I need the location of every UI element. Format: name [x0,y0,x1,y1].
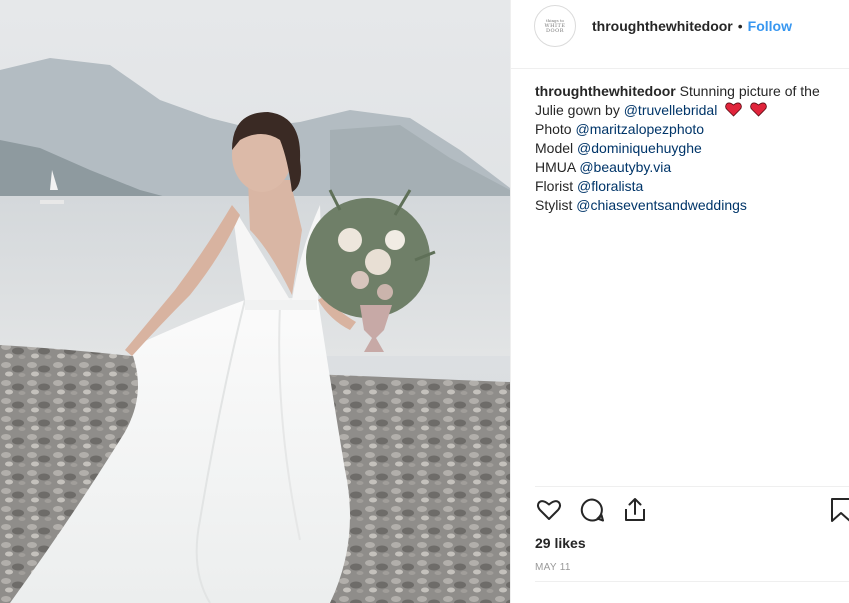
footer-divider [535,581,849,582]
credit-line: Stylist @chiaseventsandweddings [535,196,849,215]
credit-line: Model @dominiquehuyghe [535,139,849,158]
mention-link[interactable]: @dominiquehuyghe [577,140,702,156]
credit-label: Model [535,140,578,156]
post-caption: throughthewhitedoor Stunning picture of … [535,82,849,215]
post-photo-image [0,0,510,603]
mention-link[interactable]: @maritzalopezphoto [575,121,704,137]
likes-count[interactable]: 29 likes [535,535,586,551]
credit-label: Florist [535,178,577,194]
share-icon[interactable] [621,496,649,524]
actions-divider [535,486,849,487]
comment-icon[interactable] [578,496,606,524]
heart-emoji-icon [750,102,767,117]
panel-divider [510,0,511,603]
caption-username[interactable]: throughthewhitedoor [535,83,676,99]
mention-link[interactable]: @truvellebridal [624,102,718,118]
avatar[interactable]: things to WHITE DOOR [534,5,576,47]
credit-line: HMUA @beautyby.via [535,158,849,177]
post-date: MAY 11 [535,562,571,573]
credit-line: Florist @floralista [535,177,849,196]
post-header: things to WHITE DOOR throughthewhitedoor… [534,3,792,49]
mention-link[interactable]: @floralista [577,178,643,194]
bookmark-icon[interactable] [827,496,849,524]
avatar-logo-small-text: things to [546,17,564,23]
credit-label: Stylist [535,197,577,213]
heart-emoji-icon [725,102,742,117]
header-divider [510,68,849,69]
header-separator: • [737,18,743,34]
caption-text: Stunning picture of the [679,83,820,99]
post-photo[interactable] [0,0,510,603]
mention-link[interactable]: @beautyby.via [579,159,671,175]
avatar-logo-main-text: WHITE DOOR [544,22,566,34]
mention-link[interactable]: @chiaseventsandweddings [576,197,747,213]
credit-label: Photo [535,121,576,137]
credit-line: Photo @maritzalopezphoto [535,120,849,139]
caption-line-1: throughthewhitedoor Stunning picture of … [535,82,849,101]
header-username[interactable]: throughthewhitedoor [592,18,733,34]
caption-line-2: Julie gown by @truvellebridal [535,101,849,120]
heart-icon[interactable] [535,496,563,524]
credit-label: HMUA [535,159,580,175]
follow-button[interactable]: Follow [748,18,792,34]
avatar-logo: things to WHITE DOOR [535,17,575,34]
caption-text: Julie gown by [535,102,624,118]
action-bar [535,496,849,526]
